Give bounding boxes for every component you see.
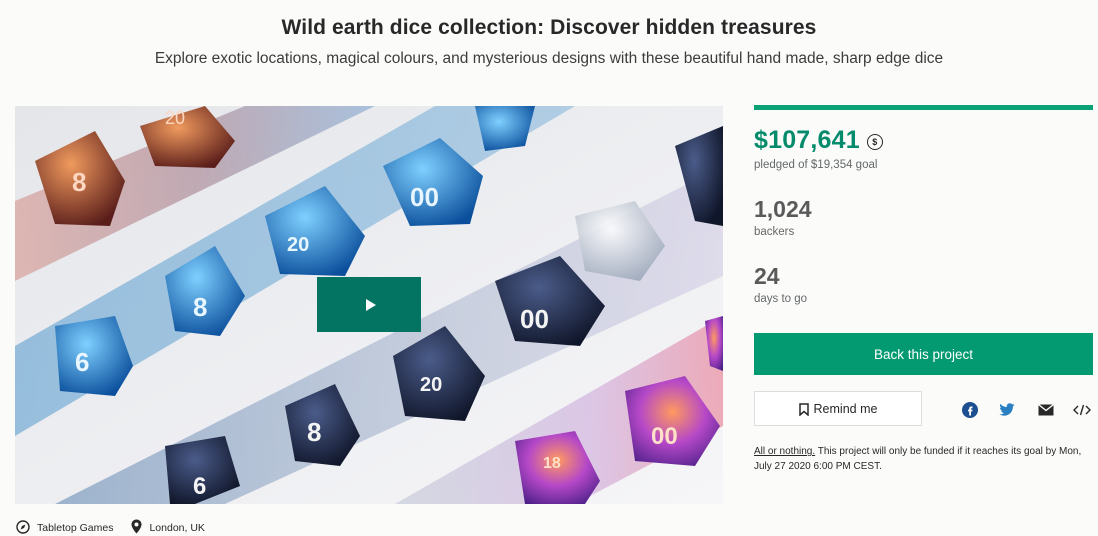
pledged-goal-label: pledged of $19,354 goal xyxy=(754,159,878,171)
backers-count: 1,024 xyxy=(754,196,812,222)
embed-icon[interactable] xyxy=(1073,401,1091,419)
project-title: Wild earth dice collection: Discover hid… xyxy=(281,16,817,39)
all-or-nothing-link[interactable]: All or nothing. xyxy=(754,446,815,457)
currency-conversion-icon[interactable]: $ xyxy=(866,133,883,150)
svg-text:8: 8 xyxy=(72,167,86,197)
category-link[interactable]: Tabletop Games xyxy=(16,519,114,536)
location-link[interactable]: London, UK xyxy=(131,519,205,536)
category-label: Tabletop Games xyxy=(37,522,114,534)
svg-text:00: 00 xyxy=(410,182,439,212)
svg-text:8: 8 xyxy=(307,417,321,447)
svg-text:8: 8 xyxy=(193,292,207,322)
svg-text:18: 18 xyxy=(543,455,561,472)
project-meta: Tabletop Games London, UK xyxy=(16,519,223,536)
location-pin-icon xyxy=(131,519,142,536)
pledged-amount-row: $107,641 $ xyxy=(754,126,883,155)
funding-progress-fill xyxy=(754,105,1093,110)
svg-text:20: 20 xyxy=(420,374,442,396)
svg-text:6: 6 xyxy=(193,473,206,500)
email-icon[interactable] xyxy=(1037,401,1055,419)
compass-icon xyxy=(16,519,30,536)
days-to-go-label: days to go xyxy=(754,293,808,305)
bookmark-icon xyxy=(798,402,809,416)
remind-me-label: Remind me xyxy=(813,401,878,416)
days-to-go-count: 24 xyxy=(754,263,780,289)
facebook-icon[interactable] xyxy=(961,401,979,419)
location-label: London, UK xyxy=(149,522,205,534)
twitter-icon[interactable] xyxy=(998,401,1016,419)
svg-text:00: 00 xyxy=(651,423,678,450)
backers-label: backers xyxy=(754,226,795,238)
funding-fine-print: All or nothing. This project will only b… xyxy=(754,444,1094,474)
project-page: Wild earth dice collection: Discover hid… xyxy=(0,0,1098,536)
svg-text:20: 20 xyxy=(287,234,309,256)
play-icon xyxy=(365,298,376,311)
project-subtitle: Explore exotic locations, magical colour… xyxy=(154,50,944,67)
back-this-project-button[interactable]: Back this project xyxy=(754,333,1093,375)
pledged-amount: $107,641 xyxy=(754,126,860,154)
svg-text:6: 6 xyxy=(75,347,89,377)
funding-progress-bar xyxy=(754,105,1093,110)
svg-text:20: 20 xyxy=(165,108,185,128)
svg-text:00: 00 xyxy=(520,304,549,334)
play-video-button[interactable] xyxy=(317,277,421,332)
remind-me-button[interactable]: Remind me xyxy=(754,391,922,426)
